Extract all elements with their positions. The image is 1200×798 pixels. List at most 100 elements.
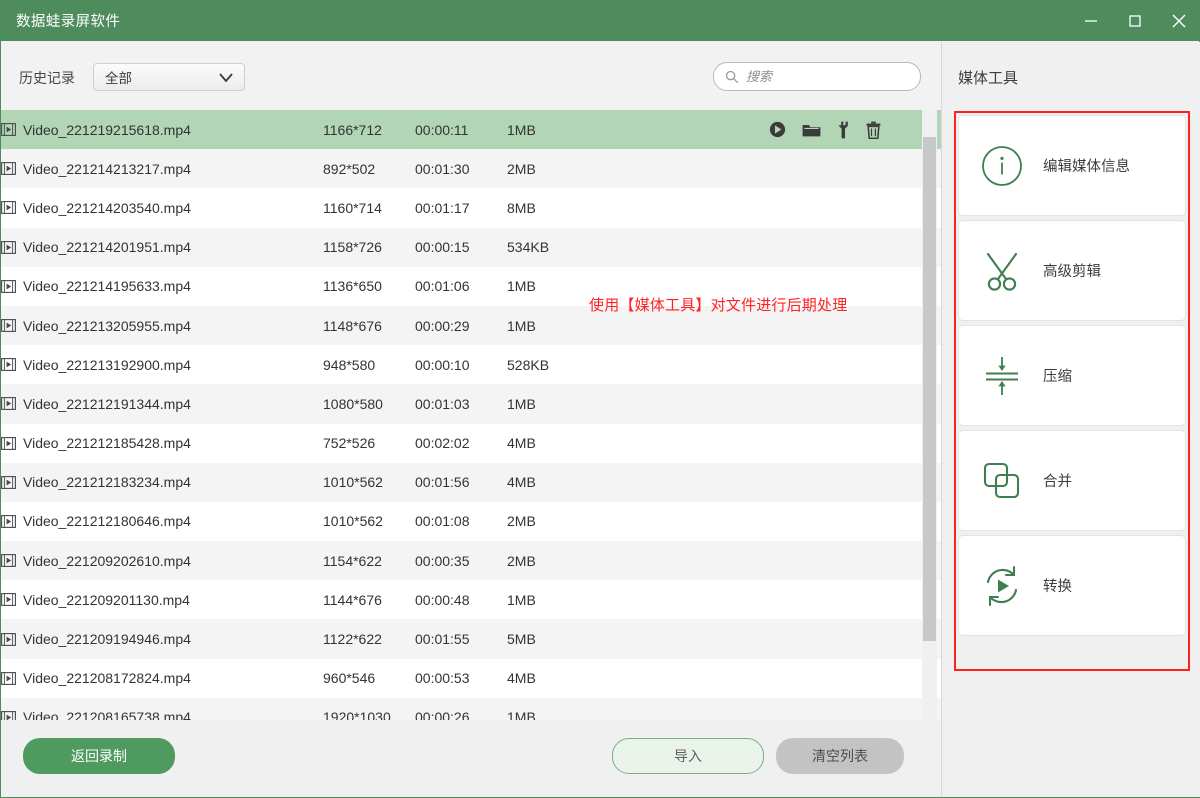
close-icon xyxy=(1172,14,1186,27)
list-scrollbar-thumb[interactable] xyxy=(923,137,936,641)
table-row[interactable]: Video_221209201130.mp4 1144*676 00:00:48 1M… xyxy=(1,580,941,620)
history-filter-select[interactable]: 全部 xyxy=(93,63,245,91)
table-row[interactable]: Video_221214213217.mp4 892*502 00:01:30 2MB xyxy=(1,149,941,189)
file-size: 4MB xyxy=(507,474,536,491)
file-resolution: 1920*1030 xyxy=(323,709,391,720)
table-row[interactable]: Video_221208165738.mp4 1920*1030 00:00:26 1… xyxy=(1,697,941,720)
file-size: 528KB xyxy=(507,356,550,373)
file-size: 8MB xyxy=(507,199,536,216)
video-file-icon xyxy=(1,123,16,137)
media-tool-label: 合并 xyxy=(1043,474,1072,490)
file-resolution: 1160*714 xyxy=(323,199,382,216)
media-tools-title: 媒体工具 xyxy=(958,70,1019,87)
info-circle-icon-wrap xyxy=(971,143,1033,189)
compress-icon xyxy=(986,356,1018,395)
import-button[interactable]: 导入 xyxy=(612,738,764,774)
file-size: 1MB xyxy=(507,121,536,138)
file-duration: 00:01:30 xyxy=(415,160,470,177)
media-tool-label: 转换 xyxy=(1043,579,1072,595)
file-duration: 00:01:03 xyxy=(415,395,470,412)
file-resolution: 1158*726 xyxy=(323,239,382,256)
table-row[interactable]: Video_221219215618.mp4 1166*712 00:00:11 1M… xyxy=(1,110,941,150)
table-row[interactable]: Video_221212183234.mp4 1010*562 00:01:56 4M… xyxy=(1,462,941,502)
video-file-icon xyxy=(1,162,16,176)
file-resolution: 1010*562 xyxy=(323,474,383,491)
file-resolution: 1144*676 xyxy=(323,591,382,608)
file-list[interactable]: Video_221219215618.mp4 1166*712 00:00:11 1M… xyxy=(1,110,941,720)
file-resolution: 948*580 xyxy=(323,356,376,373)
clear-list-button[interactable]: 清空列表 xyxy=(776,738,904,774)
video-file-icon xyxy=(1,358,16,372)
file-size: 1MB xyxy=(507,591,536,608)
table-row[interactable]: Video_221209194946.mp4 1122*622 00:01:55 5M… xyxy=(1,619,941,659)
file-name: Video_221214213217.mp4 xyxy=(23,160,191,177)
file-resolution: 1166*712 xyxy=(323,121,382,138)
app-title: 数据蛙录屏软件 xyxy=(16,14,121,30)
play-icon[interactable] xyxy=(769,121,786,138)
file-name: Video_221209194946.mp4 xyxy=(23,631,191,648)
table-row[interactable]: Video_221212180646.mp4 1010*562 00:01:08 2M… xyxy=(1,501,941,542)
folder-icon[interactable] xyxy=(802,122,821,138)
file-resolution: 892*502 xyxy=(323,160,376,177)
video-file-icon xyxy=(1,240,16,254)
media-tool-label: 编辑媒体信息 xyxy=(1043,159,1130,175)
video-file-icon xyxy=(1,671,16,685)
media-tools-list: 编辑媒体信息高级剪辑 压缩合并转换 xyxy=(958,115,1186,636)
row-action-group xyxy=(769,110,881,149)
table-row[interactable]: Video_221212185428.mp4 752*526 00:02:02 4MB xyxy=(1,423,941,463)
media-tool-card[interactable]: 编辑媒体信息 xyxy=(958,115,1186,216)
file-size: 2MB xyxy=(507,160,536,177)
file-name: Video_221214195633.mp4 xyxy=(23,278,191,295)
scissors-icon xyxy=(986,252,1018,291)
file-size: 2MB xyxy=(507,513,536,530)
file-name: Video_221213205955.mp4 xyxy=(23,317,191,334)
maximize-button[interactable] xyxy=(1113,0,1157,41)
media-tool-card[interactable]: 压缩 xyxy=(958,325,1186,426)
file-resolution: 960*546 xyxy=(323,670,376,687)
file-name: Video_221214201951.mp4 xyxy=(23,239,191,256)
file-name: Video_221214203540.mp4 xyxy=(23,199,191,216)
video-file-icon xyxy=(1,397,16,411)
trash-icon[interactable] xyxy=(866,121,881,139)
compress-icon-wrap xyxy=(971,353,1033,399)
back-to-record-button[interactable]: 返回录制 xyxy=(23,738,175,774)
minimize-button[interactable] xyxy=(1069,0,1113,41)
file-size: 1MB xyxy=(507,278,536,295)
media-tool-card[interactable]: 高级剪辑 xyxy=(958,220,1186,321)
table-row[interactable]: Video_221213192900.mp4 948*580 00:00:10 528… xyxy=(1,345,941,385)
merge-squares-icon xyxy=(983,462,1020,498)
file-duration: 00:00:29 xyxy=(415,317,470,334)
history-label: 历史记录 xyxy=(19,70,75,86)
chevron-down-icon xyxy=(219,73,233,83)
file-duration: 00:00:11 xyxy=(415,121,469,138)
scissors-icon-wrap xyxy=(971,248,1033,294)
convert-refresh-play-icon xyxy=(986,565,1018,606)
close-button[interactable] xyxy=(1157,0,1200,41)
footer-bar: 返回录制 导入 清空列表 xyxy=(1,720,941,797)
video-file-icon xyxy=(1,554,16,568)
file-duration: 00:01:08 xyxy=(415,513,470,530)
file-duration: 00:02:02 xyxy=(415,435,470,452)
video-file-icon xyxy=(1,515,16,528)
convert-refresh-play-icon-wrap xyxy=(971,563,1033,609)
file-size: 1MB xyxy=(507,709,536,720)
table-row[interactable]: Video_221214201951.mp4 1158*726 00:00:15 53… xyxy=(1,227,941,267)
media-tool-card[interactable]: 合并 xyxy=(958,430,1186,531)
search-icon xyxy=(725,70,739,83)
table-row[interactable]: Video_221209202610.mp4 1154*622 00:00:35 2M… xyxy=(1,541,941,581)
media-tool-card[interactable]: 转换 xyxy=(958,535,1186,636)
file-size: 5MB xyxy=(507,631,536,648)
search-box[interactable] xyxy=(713,62,921,91)
table-row[interactable]: Video_221214203540.mp4 1160*714 00:01:17 8M… xyxy=(1,188,941,228)
table-row[interactable]: Video_221208172824.mp4 960*546 00:00:53 4MB xyxy=(1,658,941,698)
wrench-icon[interactable] xyxy=(837,121,850,139)
table-row[interactable]: Video_221212191344.mp4 1080*580 00:01:03 1M… xyxy=(1,384,941,424)
search-input[interactable] xyxy=(746,69,896,84)
file-size: 1MB xyxy=(507,395,536,412)
file-size: 4MB xyxy=(507,670,536,687)
app-window: 数据蛙录屏软件 历史记录 全部 搜索 Video_221219215618.mp… xyxy=(0,0,1200,798)
file-resolution: 1136*650 xyxy=(323,278,382,295)
maximize-icon xyxy=(1129,14,1141,27)
file-name: Video_221209201130.mp4 xyxy=(23,591,190,608)
video-file-icon xyxy=(1,436,16,450)
